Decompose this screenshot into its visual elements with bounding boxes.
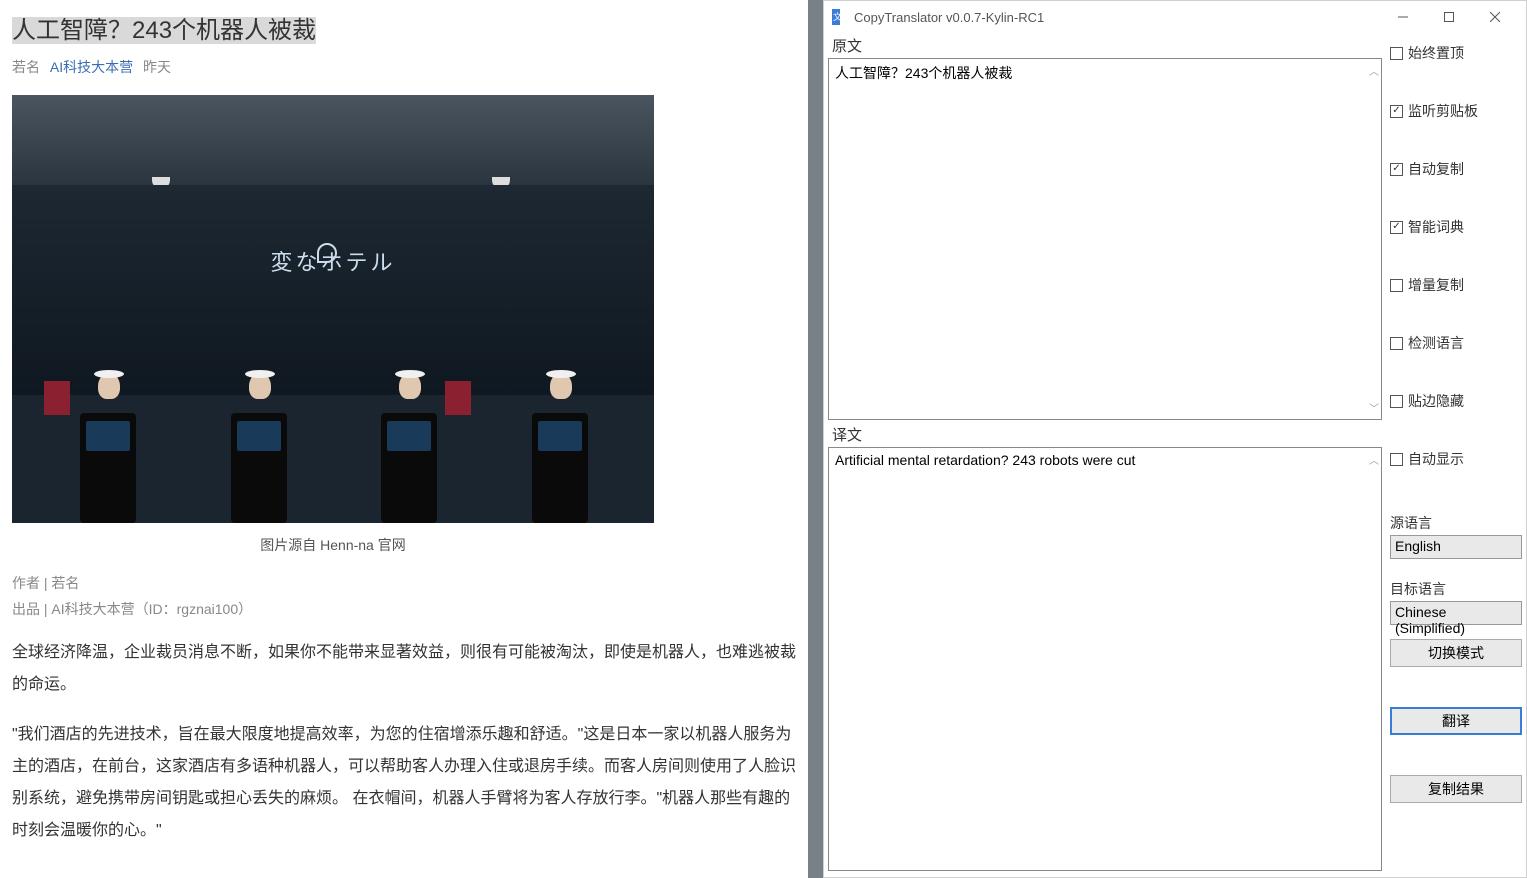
image-caption: 图片源自 Henn-na 官网 bbox=[12, 535, 654, 555]
pane-gap bbox=[808, 0, 823, 878]
check-auto-show[interactable]: 自动显示 bbox=[1390, 449, 1522, 469]
translator-window: CopyTranslator v0.0.7-Kylin-RC1 原文 人工智障？… bbox=[823, 0, 1527, 878]
titlebar[interactable]: CopyTranslator v0.0.7-Kylin-RC1 bbox=[824, 1, 1526, 33]
byline-author: 作者 | 若名 bbox=[12, 573, 796, 593]
check-auto-copy[interactable]: ✓自动复制 bbox=[1390, 159, 1522, 179]
target-text: Artificial mental retardation? 243 robot… bbox=[835, 452, 1135, 468]
scroll-down-icon[interactable]: ﹀ bbox=[1369, 400, 1379, 415]
meta-author: 若名 bbox=[12, 59, 40, 75]
check-detect-lang[interactable]: 检测语言 bbox=[1390, 333, 1522, 353]
app-icon bbox=[832, 9, 848, 25]
byline-publisher: 出品 | AI科技大本营（ID：rgznai100） bbox=[12, 599, 796, 619]
para-2: "我们酒店的先进技术，旨在最大限度地提高效率，为您的住宿增添乐趣和舒适。"这是日… bbox=[12, 719, 796, 847]
settings-column: 始终置顶 ✓监听剪贴板 ✓自动复制 ✓智能词典 增量复制 检测语言 贴边隐藏 自… bbox=[1386, 33, 1526, 877]
text-column: 原文 人工智障？243个机器人被裁 ︿ ﹀ 译文 Artificial ment… bbox=[824, 33, 1386, 877]
translate-button[interactable]: 翻译 bbox=[1390, 707, 1522, 735]
titlebar-text: CopyTranslator v0.0.7-Kylin-RC1 bbox=[854, 10, 1380, 25]
scroll-up-icon[interactable]: ︿ bbox=[1369, 452, 1379, 467]
target-label: 译文 bbox=[828, 424, 1382, 447]
source-lang-select[interactable]: English bbox=[1390, 535, 1522, 559]
target-textarea[interactable]: Artificial mental retardation? 243 robot… bbox=[828, 447, 1382, 871]
source-lang-label: 源语言 bbox=[1390, 513, 1522, 533]
image-logo-text: 変なホテル bbox=[270, 245, 395, 277]
check-hide-edge[interactable]: 贴边隐藏 bbox=[1390, 391, 1522, 411]
minimize-button[interactable] bbox=[1380, 2, 1426, 32]
copy-result-button[interactable]: 复制结果 bbox=[1390, 775, 1522, 803]
maximize-button[interactable] bbox=[1426, 2, 1472, 32]
close-button[interactable] bbox=[1472, 2, 1518, 32]
article-meta: 若名 AI科技大本营 昨天 bbox=[12, 57, 796, 77]
meta-time: 昨天 bbox=[143, 59, 171, 75]
source-textarea[interactable]: 人工智障？243个机器人被裁 ︿ ﹀ bbox=[828, 58, 1382, 420]
target-lang-select[interactable]: Chinese (Simplified) bbox=[1390, 601, 1522, 625]
switch-mode-button[interactable]: 切换模式 bbox=[1390, 639, 1522, 667]
check-always-top[interactable]: 始终置顶 bbox=[1390, 43, 1522, 63]
meta-source-link[interactable]: AI科技大本营 bbox=[50, 59, 133, 75]
article-image: 変なホテル bbox=[12, 95, 654, 523]
check-incremental-copy[interactable]: 增量复制 bbox=[1390, 275, 1522, 295]
source-text: 人工智障？243个机器人被裁 bbox=[835, 65, 1012, 81]
target-lang-label: 目标语言 bbox=[1390, 579, 1522, 599]
check-smart-dict[interactable]: ✓智能词典 bbox=[1390, 217, 1522, 237]
para-1: 全球经济降温，企业裁员消息不断，如果你不能带来显著效益，则很有可能被淘汰，即使是… bbox=[12, 637, 796, 701]
source-label: 原文 bbox=[828, 35, 1382, 58]
scroll-up-icon[interactable]: ︿ bbox=[1369, 63, 1379, 78]
check-listen-clipboard[interactable]: ✓监听剪贴板 bbox=[1390, 101, 1522, 121]
article-pane: 人工智障？243个机器人被裁 若名 AI科技大本营 昨天 変なホテル 图片源自 … bbox=[0, 0, 808, 878]
article-title: 人工智障？243个机器人被裁 bbox=[12, 10, 796, 45]
